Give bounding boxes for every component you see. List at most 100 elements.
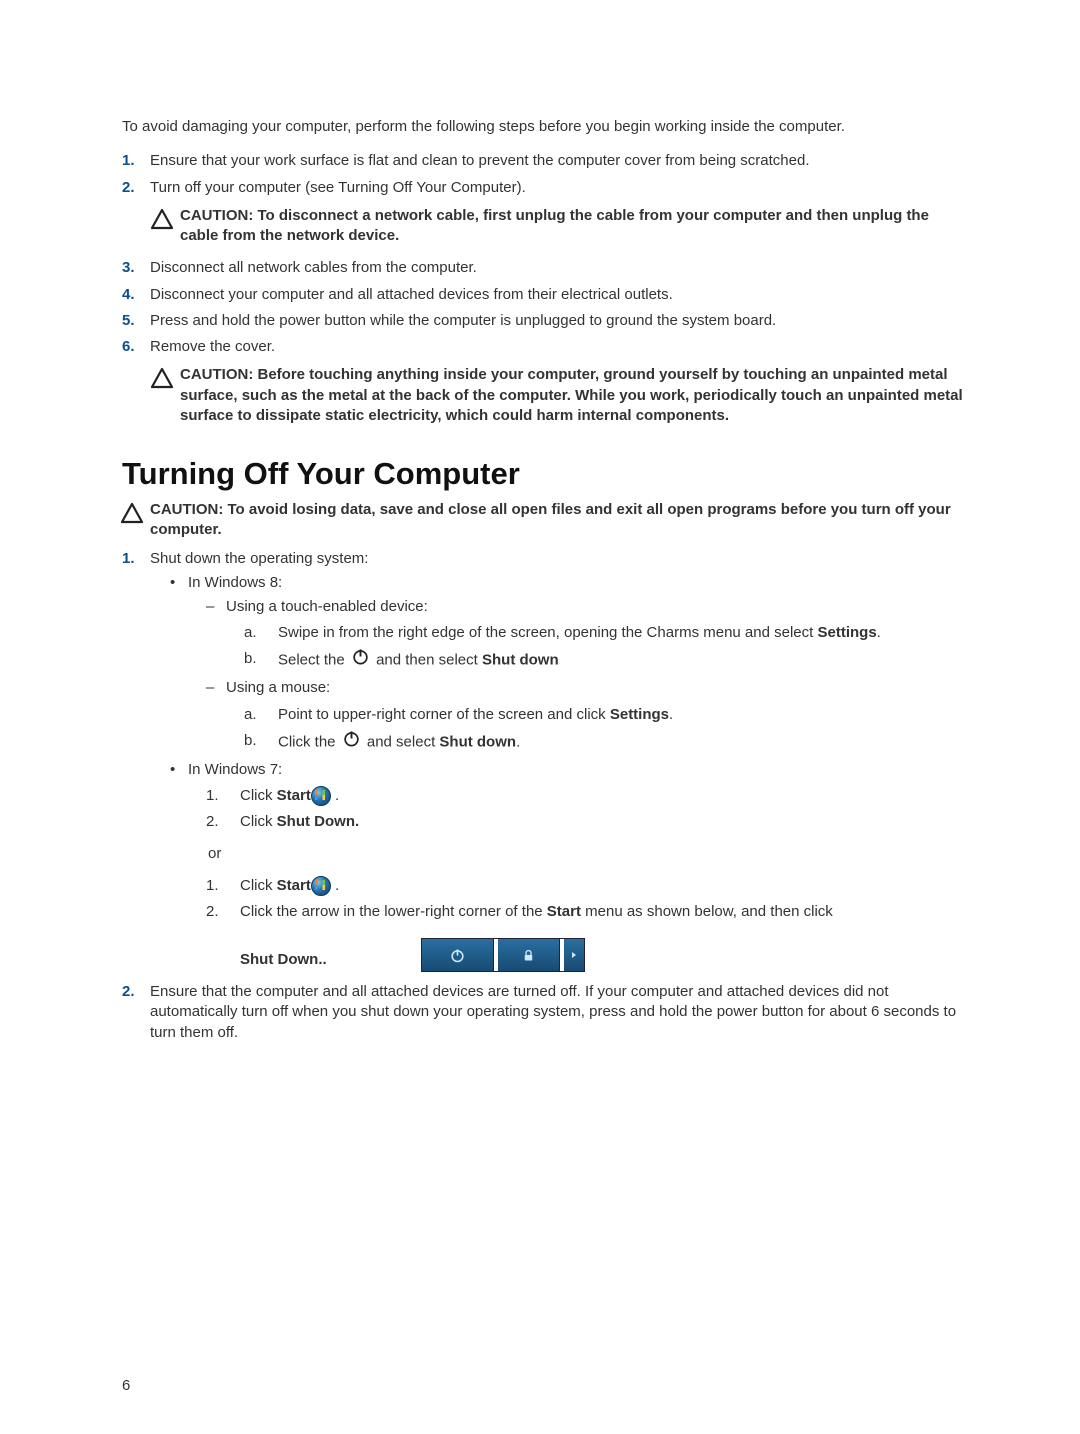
settings-label: Settings bbox=[610, 706, 669, 723]
shutdown-step-1: 1. Shut down the operating system: In Wi… bbox=[122, 549, 965, 977]
step-text: Press and hold the power button while th… bbox=[150, 311, 965, 331]
substep-text: . bbox=[331, 787, 339, 804]
step-text: Ensure that the computer and all attache… bbox=[150, 982, 965, 1043]
step-marker: 4. bbox=[122, 285, 150, 305]
start-orb-icon bbox=[311, 786, 331, 806]
substep-text: menu as shown below, and then click bbox=[581, 903, 833, 920]
substep-text: Click the bbox=[278, 733, 340, 750]
win8-mouse-steps: a. Point to upper-right corner of the sc… bbox=[226, 703, 965, 756]
step-marker: 5. bbox=[122, 311, 150, 331]
shutdown-power-segment bbox=[422, 939, 494, 971]
os-list: In Windows 8: Using a touch-enabled devi… bbox=[150, 573, 965, 972]
win7-step-2: 2. Click Shut Down. bbox=[206, 810, 965, 834]
shutdown-label: Shut down bbox=[439, 733, 516, 750]
win7b-step-2: 2. Click the arrow in the lower-right co… bbox=[206, 900, 965, 972]
letter-marker: b. bbox=[244, 729, 272, 753]
caution-text: CAUTION: To disconnect a network cable, … bbox=[180, 206, 965, 247]
shutdown-steps-list: 1. Shut down the operating system: In Wi… bbox=[122, 549, 965, 1043]
substep-text: and select bbox=[367, 733, 440, 750]
shutdown-text-label: Shut Down.. bbox=[240, 948, 327, 972]
step-text: Disconnect all network cables from the c… bbox=[150, 258, 965, 278]
substep-text: Select the bbox=[278, 652, 349, 669]
number-marker: 2. bbox=[206, 810, 234, 834]
power-icon bbox=[342, 729, 361, 756]
step-text: Disconnect your computer and all attache… bbox=[150, 285, 965, 305]
step-marker: 1. bbox=[122, 549, 150, 977]
step-marker: 6. bbox=[122, 337, 150, 432]
caution-triangle-icon bbox=[120, 500, 144, 541]
shutdown-lock-segment bbox=[498, 939, 560, 971]
win7-step-1: 1. Click Start . bbox=[206, 784, 965, 808]
shutdown-arrow-segment bbox=[564, 939, 584, 971]
os-label: In Windows 7: bbox=[188, 761, 282, 778]
start-label: Start bbox=[277, 787, 311, 804]
win8-touch-b: b. Select the and then select Shut down bbox=[244, 647, 965, 674]
start-label: Start bbox=[547, 903, 581, 920]
start-label: Start bbox=[277, 877, 311, 894]
os-windows8: In Windows 8: Using a touch-enabled devi… bbox=[170, 573, 965, 756]
substep-text: Click the arrow in the lower-right corne… bbox=[240, 903, 547, 920]
step-1: 1. Ensure that your work surface is flat… bbox=[122, 151, 965, 171]
shutdown-label: Shut Down. bbox=[277, 813, 360, 830]
step-4: 4. Disconnect your computer and all atta… bbox=[122, 285, 965, 305]
caution-box: CAUTION: To disconnect a network cable, … bbox=[150, 206, 965, 247]
shutdown-label: Shut down bbox=[482, 652, 559, 669]
os-label: In Windows 8: bbox=[188, 574, 282, 591]
step-2: 2. Turn off your computer (see Turning O… bbox=[122, 178, 965, 253]
document-page: To avoid damaging your computer, perform… bbox=[0, 0, 1080, 1434]
power-icon bbox=[351, 647, 370, 674]
win7-steps-a: 1. Click Start . 2. Click Shut Down. bbox=[188, 784, 965, 834]
number-marker: 1. bbox=[206, 784, 234, 808]
step-3: 3. Disconnect all network cables from th… bbox=[122, 258, 965, 278]
intro-paragraph: To avoid damaging your computer, perform… bbox=[122, 117, 965, 137]
win8-mouse: Using a mouse: a. Point to upper-right c… bbox=[206, 678, 965, 755]
substep-text: . bbox=[669, 706, 673, 723]
start-orb-icon bbox=[311, 876, 331, 896]
win8-touch-steps: a. Swipe in from the right edge of the s… bbox=[226, 621, 965, 674]
substep-text: and then select bbox=[376, 652, 482, 669]
step-text: Turn off your computer (see Turning Off … bbox=[150, 179, 526, 196]
shutdown-button-image bbox=[421, 938, 585, 972]
number-marker: 1. bbox=[206, 874, 234, 898]
shutdown-step-2: 2. Ensure that the computer and all atta… bbox=[122, 982, 965, 1043]
substep-text: . bbox=[877, 624, 881, 641]
win8-mouse-b: b. Click the and select Shut down. bbox=[244, 729, 965, 756]
caution-text: CAUTION: To avoid losing data, save and … bbox=[150, 500, 965, 541]
win8-method-list: Using a touch-enabled device: a. Swipe i… bbox=[188, 597, 965, 756]
letter-marker: a. bbox=[244, 703, 272, 727]
substep-text: . bbox=[516, 733, 520, 750]
step-marker: 3. bbox=[122, 258, 150, 278]
method-label: Using a touch-enabled device: bbox=[226, 598, 428, 615]
page-number: 6 bbox=[122, 1377, 130, 1394]
letter-marker: b. bbox=[244, 647, 272, 671]
substep-text: . bbox=[331, 877, 339, 894]
step-6: 6. Remove the cover. CAUTION: Before tou… bbox=[122, 337, 965, 432]
settings-label: Settings bbox=[817, 624, 876, 641]
caution-box: CAUTION: To avoid losing data, save and … bbox=[120, 500, 965, 541]
win7b-step-1: 1. Click Start . bbox=[206, 874, 965, 898]
step-marker: 2. bbox=[122, 178, 150, 253]
letter-marker: a. bbox=[244, 621, 272, 645]
method-label: Using a mouse: bbox=[226, 679, 330, 696]
or-separator: or bbox=[208, 844, 965, 864]
win8-touch: Using a touch-enabled device: a. Swipe i… bbox=[206, 597, 965, 674]
section-heading: Turning Off Your Computer bbox=[122, 456, 965, 492]
shutdown-image-line: Shut Down.. bbox=[240, 938, 965, 972]
substep-text: Point to upper-right corner of the scree… bbox=[278, 706, 610, 723]
caution-box: CAUTION: Before touching anything inside… bbox=[150, 365, 965, 426]
caution-text: CAUTION: Before touching anything inside… bbox=[180, 365, 965, 426]
step-text: Shut down the operating system: bbox=[150, 550, 368, 567]
preparation-steps-list: 1. Ensure that your work surface is flat… bbox=[122, 151, 965, 432]
win8-mouse-a: a. Point to upper-right corner of the sc… bbox=[244, 703, 965, 727]
caution-triangle-icon bbox=[150, 206, 174, 247]
step-text: Ensure that your work surface is flat an… bbox=[150, 151, 965, 171]
win8-touch-a: a. Swipe in from the right edge of the s… bbox=[244, 621, 965, 645]
step-marker: 2. bbox=[122, 982, 150, 1043]
step-5: 5. Press and hold the power button while… bbox=[122, 311, 965, 331]
substep-text: Click bbox=[240, 787, 277, 804]
substep-text: Click bbox=[240, 877, 277, 894]
substep-text: Click bbox=[240, 813, 277, 830]
step-text: Remove the cover. bbox=[150, 338, 275, 355]
win7-steps-b: 1. Click Start . 2. Click the arrow in t… bbox=[188, 874, 965, 972]
number-marker: 2. bbox=[206, 900, 234, 924]
